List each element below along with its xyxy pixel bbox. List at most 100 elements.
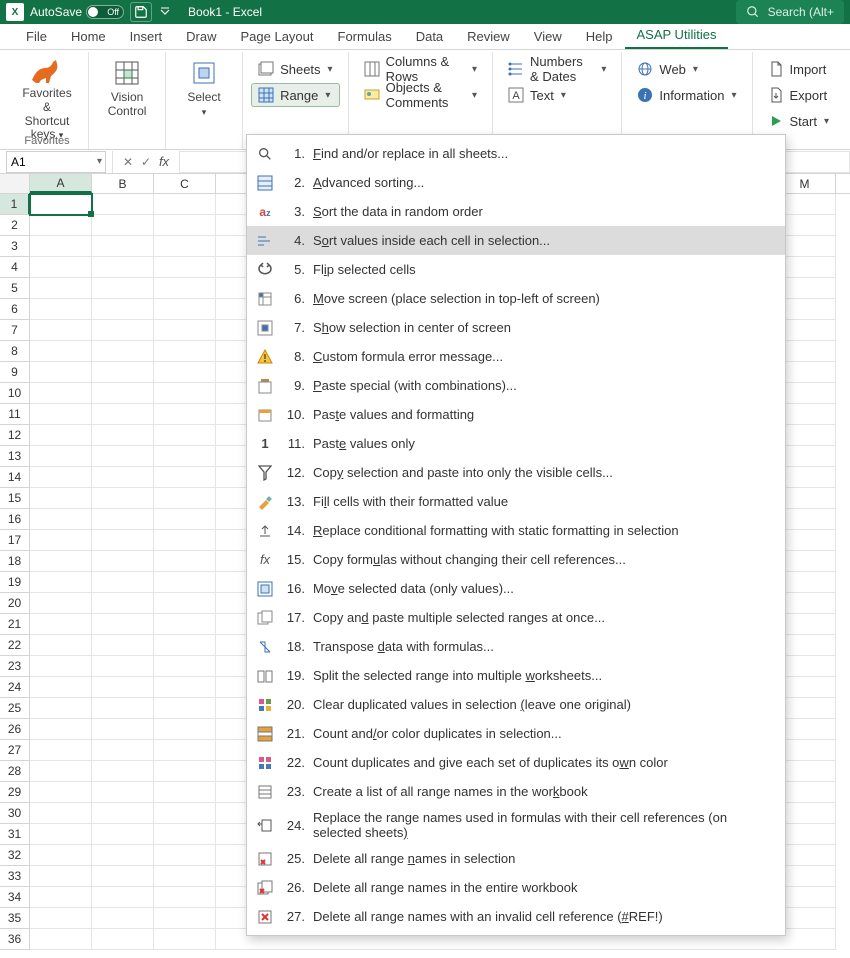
menu-item-23[interactable]: 23.Create a list of all range names in t… xyxy=(247,777,785,806)
cell[interactable] xyxy=(30,677,92,698)
row-header-17[interactable]: 17 xyxy=(0,530,30,551)
cell[interactable] xyxy=(154,635,216,656)
row-header-32[interactable]: 32 xyxy=(0,845,30,866)
cell[interactable] xyxy=(92,614,154,635)
cell[interactable] xyxy=(154,908,216,929)
cell[interactable] xyxy=(30,194,92,215)
menu-item-24[interactable]: 24.Replace the range names used in formu… xyxy=(247,806,785,844)
menu-item-6[interactable]: 6.Move screen (place selection in top-le… xyxy=(247,284,785,313)
cell[interactable] xyxy=(154,656,216,677)
menu-item-16[interactable]: 16.Move selected data (only values)... xyxy=(247,574,785,603)
cell[interactable] xyxy=(30,761,92,782)
enter-fx[interactable]: ✓ xyxy=(137,153,155,171)
cell[interactable] xyxy=(92,887,154,908)
cell[interactable] xyxy=(154,572,216,593)
cell[interactable] xyxy=(92,383,154,404)
tab-formulas[interactable]: Formulas xyxy=(326,24,404,49)
menu-item-2[interactable]: 2.Advanced sorting... xyxy=(247,168,785,197)
tab-page-layout[interactable]: Page Layout xyxy=(229,24,326,49)
menu-item-12[interactable]: 12.Copy selection and paste into only th… xyxy=(247,458,785,487)
cell[interactable] xyxy=(30,593,92,614)
row-header-20[interactable]: 20 xyxy=(0,593,30,614)
row-header-6[interactable]: 6 xyxy=(0,299,30,320)
cell[interactable] xyxy=(154,782,216,803)
row-header-26[interactable]: 26 xyxy=(0,719,30,740)
cell[interactable] xyxy=(92,803,154,824)
cell[interactable] xyxy=(30,320,92,341)
cell[interactable] xyxy=(154,488,216,509)
cell[interactable] xyxy=(154,257,216,278)
menu-item-27[interactable]: 27.Delete all range names with an invali… xyxy=(247,902,785,931)
cell[interactable] xyxy=(30,299,92,320)
menu-item-19[interactable]: 19.Split the selected range into multipl… xyxy=(247,661,785,690)
cell[interactable] xyxy=(92,719,154,740)
cell[interactable] xyxy=(30,572,92,593)
columns-rows-button[interactable]: Columns & Rows▾ xyxy=(357,57,484,81)
row-header-7[interactable]: 7 xyxy=(0,320,30,341)
menu-item-9[interactable]: 9.Paste special (with combinations)... xyxy=(247,371,785,400)
chevron-down-icon[interactable]: ▾ xyxy=(97,156,102,167)
cell[interactable] xyxy=(92,194,154,215)
cell[interactable] xyxy=(154,530,216,551)
cell[interactable] xyxy=(92,677,154,698)
cell[interactable] xyxy=(30,215,92,236)
autosave-switch[interactable]: Off xyxy=(86,5,124,19)
row-header-22[interactable]: 22 xyxy=(0,635,30,656)
cell[interactable] xyxy=(30,551,92,572)
row-header-11[interactable]: 11 xyxy=(0,404,30,425)
cell[interactable] xyxy=(92,866,154,887)
cell[interactable] xyxy=(30,866,92,887)
cell[interactable] xyxy=(154,509,216,530)
row-header-21[interactable]: 21 xyxy=(0,614,30,635)
menu-item-14[interactable]: 14.Replace conditional formatting with s… xyxy=(247,516,785,545)
cell[interactable] xyxy=(92,215,154,236)
cell[interactable] xyxy=(92,551,154,572)
select-button[interactable]: Select▾ xyxy=(174,54,234,126)
autosave-toggle[interactable]: AutoSave Off xyxy=(30,5,124,19)
tab-home[interactable]: Home xyxy=(59,24,118,49)
cell[interactable] xyxy=(30,404,92,425)
cell[interactable] xyxy=(30,530,92,551)
row-header-5[interactable]: 5 xyxy=(0,278,30,299)
row-header-10[interactable]: 10 xyxy=(0,383,30,404)
name-box[interactable]: A1 ▾ xyxy=(6,151,106,173)
row-header-25[interactable]: 25 xyxy=(0,698,30,719)
cell[interactable] xyxy=(154,929,216,950)
cell[interactable] xyxy=(92,488,154,509)
col-header-B[interactable]: B xyxy=(92,174,154,193)
menu-item-4[interactable]: 4.Sort values inside each cell in select… xyxy=(247,226,785,255)
cell[interactable] xyxy=(92,908,154,929)
cell[interactable] xyxy=(154,845,216,866)
row-header-8[interactable]: 8 xyxy=(0,341,30,362)
cell[interactable] xyxy=(154,383,216,404)
cell[interactable] xyxy=(92,362,154,383)
cell[interactable] xyxy=(154,320,216,341)
cell[interactable] xyxy=(154,341,216,362)
cell[interactable] xyxy=(92,236,154,257)
row-header-30[interactable]: 30 xyxy=(0,803,30,824)
tab-view[interactable]: View xyxy=(522,24,574,49)
cell[interactable] xyxy=(30,257,92,278)
cell[interactable] xyxy=(154,467,216,488)
cell[interactable] xyxy=(30,467,92,488)
row-header-1[interactable]: 1 xyxy=(0,194,30,215)
cell[interactable] xyxy=(92,656,154,677)
menu-item-10[interactable]: 10.Paste values and formatting xyxy=(247,400,785,429)
menu-item-21[interactable]: 21.Count and/or color duplicates in sele… xyxy=(247,719,785,748)
row-header-28[interactable]: 28 xyxy=(0,761,30,782)
cell[interactable] xyxy=(30,845,92,866)
cell[interactable] xyxy=(30,908,92,929)
cell[interactable] xyxy=(92,593,154,614)
menu-item-7[interactable]: 7.Show selection in center of screen xyxy=(247,313,785,342)
cell[interactable] xyxy=(92,467,154,488)
cell[interactable] xyxy=(30,425,92,446)
cell[interactable] xyxy=(154,278,216,299)
row-header-14[interactable]: 14 xyxy=(0,467,30,488)
range-button[interactable]: Range▾ xyxy=(251,83,340,107)
cell[interactable] xyxy=(154,824,216,845)
menu-item-11[interactable]: 111.Paste values only xyxy=(247,429,785,458)
cell[interactable] xyxy=(154,698,216,719)
cell[interactable] xyxy=(30,236,92,257)
cell[interactable] xyxy=(92,782,154,803)
cell[interactable] xyxy=(30,446,92,467)
